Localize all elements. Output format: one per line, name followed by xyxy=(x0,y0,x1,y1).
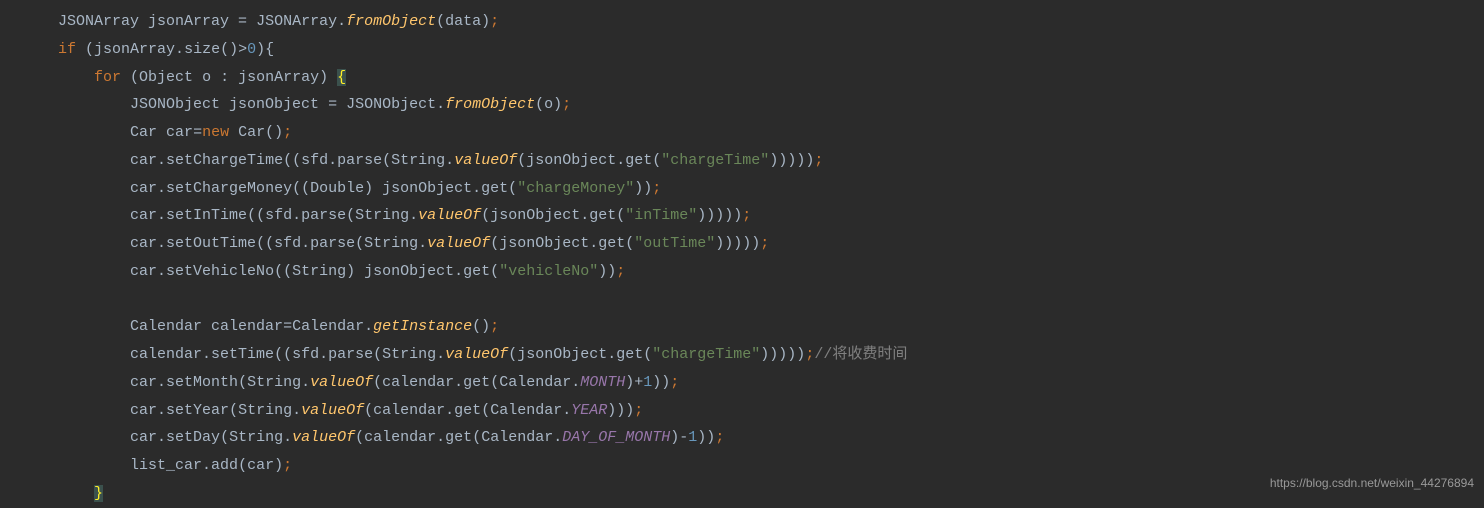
code-line: car.setChargeTime((sfd.parse(String.valu… xyxy=(58,147,1484,175)
code-line: car.setYear(String.valueOf(calendar.get(… xyxy=(58,397,1484,425)
code-line: car.setOutTime((sfd.parse(String.valueOf… xyxy=(58,230,1484,258)
code-line: calendar.setTime((sfd.parse(String.value… xyxy=(58,341,1484,369)
code-line: for (Object o : jsonArray) { xyxy=(58,64,1484,92)
code-line xyxy=(58,286,1484,314)
code-line: car.setChargeMoney((Double) jsonObject.g… xyxy=(58,175,1484,203)
code-line: JSONArray jsonArray = JSONArray.fromObje… xyxy=(58,8,1484,36)
code-line: car.setMonth(String.valueOf(calendar.get… xyxy=(58,369,1484,397)
code-line: car.setDay(String.valueOf(calendar.get(C… xyxy=(58,424,1484,452)
code-line: if (jsonArray.size()>0){ xyxy=(58,36,1484,64)
code-line: car.setInTime((sfd.parse(String.valueOf(… xyxy=(58,202,1484,230)
code-line: JSONObject jsonObject = JSONObject.fromO… xyxy=(58,91,1484,119)
code-line: Car car=new Car(); xyxy=(58,119,1484,147)
code-line: car.setVehicleNo((String) jsonObject.get… xyxy=(58,258,1484,286)
watermark: https://blog.csdn.net/weixin_44276894 xyxy=(1270,472,1474,494)
code-editor[interactable]: JSONArray jsonArray = JSONArray.fromObje… xyxy=(0,8,1484,508)
code-line: Calendar calendar=Calendar.getInstance()… xyxy=(58,313,1484,341)
